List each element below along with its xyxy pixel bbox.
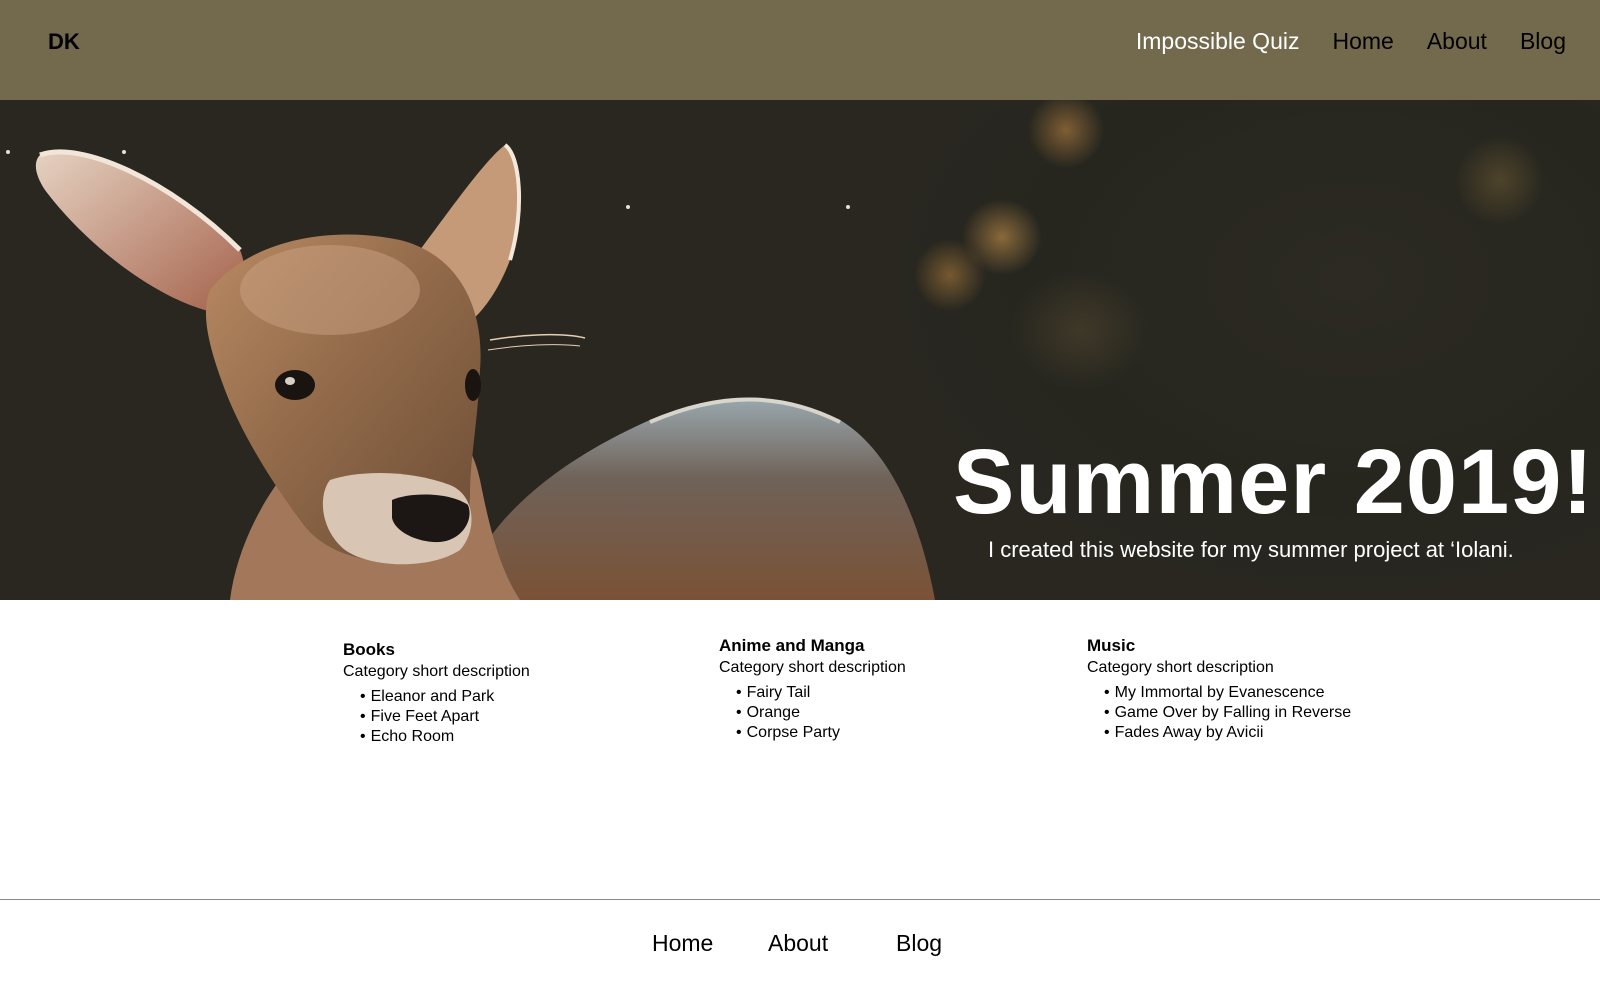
hero-subtitle: I created this website for my summer pro… (988, 537, 1514, 562)
category-anime-manga: Anime and Manga Category short descripti… (719, 636, 906, 743)
nav-link-blog[interactable]: Blog (1520, 28, 1566, 55)
list-item: Corpse Party (736, 723, 906, 743)
list-item: My Immortal by Evanescence (1104, 683, 1351, 703)
category-description: Category short description (719, 659, 906, 676)
nav-link-about[interactable]: About (1427, 28, 1487, 55)
category-list: Eleanor and Park Five Feet Apart Echo Ro… (343, 687, 530, 747)
footer-link-blog[interactable]: Blog (896, 930, 942, 957)
list-item: Fairy Tail (736, 683, 906, 703)
list-item: Fades Away by Avicii (1104, 723, 1351, 743)
list-item: Game Over by Falling in Reverse (1104, 703, 1352, 723)
nav-link-impossible-quiz[interactable]: Impossible Quiz (1136, 28, 1300, 55)
list-item: Echo Room (360, 727, 530, 747)
category-title: Music (1087, 636, 1136, 655)
footer-link-about[interactable]: About (768, 930, 828, 957)
top-nav: Impossible Quiz Home About Blog (1103, 28, 1566, 55)
footer-link-home[interactable]: Home (652, 930, 713, 957)
category-description: Category short description (343, 663, 530, 680)
category-list: Fairy Tail Orange Corpse Party (719, 683, 906, 743)
list-item: Five Feet Apart (360, 707, 530, 727)
nav-link-home[interactable]: Home (1332, 28, 1393, 55)
top-navbar: DK Impossible Quiz Home About Blog (0, 0, 1600, 100)
category-books: Books Category short description Eleanor… (343, 640, 530, 747)
list-item: Eleanor and Park (360, 687, 530, 707)
hero-title: Summer 2019! (953, 431, 1594, 533)
site-logo[interactable]: DK (48, 29, 80, 55)
category-description: Category short description (1087, 659, 1274, 676)
hero-banner: Summer 2019! I created this website for … (0, 100, 1600, 600)
category-music: Music Category short description My Immo… (1087, 636, 1351, 743)
category-title: Books (343, 640, 395, 659)
list-item: Orange (736, 703, 906, 723)
category-title: Anime and Manga (719, 636, 865, 655)
footer-divider (0, 899, 1600, 900)
category-list: My Immortal by Evanescence Game Over by … (1087, 683, 1352, 743)
